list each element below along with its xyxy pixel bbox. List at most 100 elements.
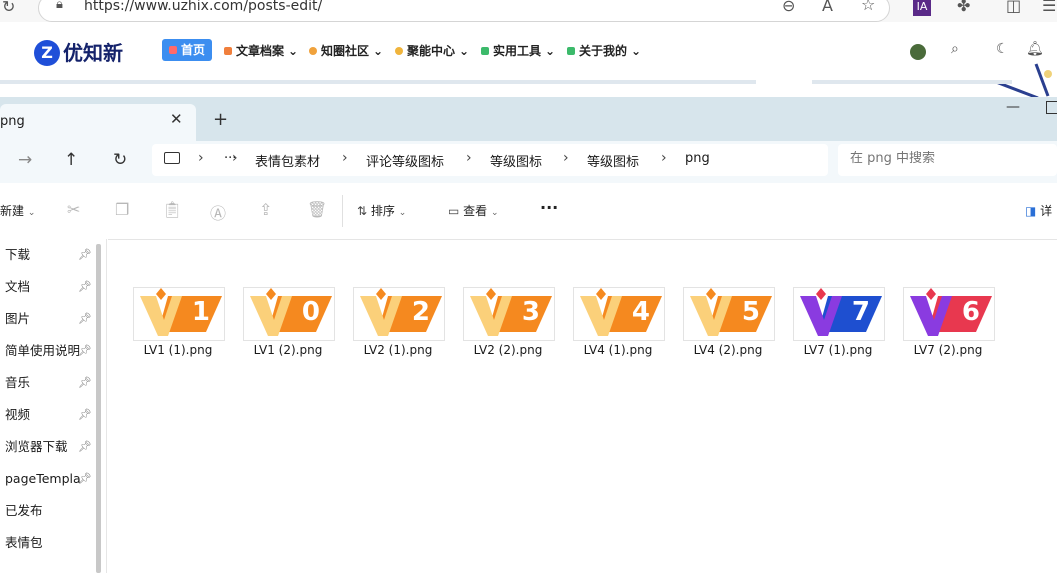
lock-icon[interactable]: 🔒︎ bbox=[56, 0, 63, 12]
paste-icon[interactable]: 📋︎ bbox=[162, 200, 182, 219]
sidebar-item-emoji[interactable]: 表情包 bbox=[0, 531, 92, 555]
delete-icon[interactable]: 🗑︎ bbox=[307, 200, 327, 219]
sort-button[interactable]: ⇅ 排序 ⌄ bbox=[357, 202, 406, 219]
split-screen-icon[interactable]: ◫ bbox=[1006, 0, 1021, 15]
minimize-icon[interactable]: — bbox=[1006, 99, 1020, 115]
page-strip bbox=[812, 80, 1012, 84]
level-badge-icon bbox=[140, 288, 222, 336]
new-tab-icon[interactable]: + bbox=[213, 109, 228, 130]
dark-mode-moon-icon[interactable]: ☾ bbox=[996, 41, 1009, 57]
badge-crown bbox=[596, 288, 606, 300]
url-text[interactable]: https://www.uzhix.com/posts-edit/ bbox=[84, 0, 322, 14]
pin-icon[interactable]: 📌︎ bbox=[78, 472, 92, 485]
badge-crown bbox=[266, 288, 276, 300]
logo-icon[interactable]: Z bbox=[34, 40, 60, 66]
maximize-icon[interactable] bbox=[1046, 101, 1057, 114]
level-badge-icon bbox=[690, 288, 772, 336]
nav-home[interactable]: 首页 bbox=[162, 39, 212, 61]
sidebar-item-pagetemplate[interactable]: pageTemplate bbox=[0, 467, 80, 491]
file-thumbnail: 3 bbox=[463, 287, 555, 341]
user-avatar[interactable] bbox=[910, 44, 926, 60]
site-logo[interactable]: 优知新 bbox=[63, 37, 123, 66]
pane-divider[interactable] bbox=[106, 239, 107, 573]
badge-number: 0 bbox=[301, 297, 320, 327]
badge-number: 3 bbox=[521, 297, 540, 327]
cut-icon[interactable]: ✂ bbox=[67, 200, 80, 219]
badge-number: 4 bbox=[631, 297, 650, 327]
article-icon bbox=[224, 47, 232, 55]
search-input[interactable] bbox=[850, 151, 1040, 166]
file-thumbnail: 0 bbox=[243, 287, 335, 341]
notification-bell-icon[interactable]: 🔔︎ bbox=[1026, 41, 1044, 57]
file-item[interactable]: 6 LV7 (2).png bbox=[883, 287, 995, 367]
up-arrow-icon[interactable]: ↑ bbox=[64, 150, 78, 170]
close-tab-icon[interactable]: ✕ bbox=[170, 110, 183, 128]
view-button[interactable]: ▭ 查看 ⌄ bbox=[448, 202, 499, 219]
pin-icon[interactable]: 📌︎ bbox=[78, 248, 92, 261]
nav-community[interactable]: 知圈社区 ⌄ bbox=[309, 40, 383, 62]
pin-icon[interactable]: 📌︎ bbox=[78, 376, 92, 389]
refresh-icon[interactable]: ↻ bbox=[2, 0, 15, 16]
badge-number: 2 bbox=[411, 297, 430, 327]
sidebar-scrollbar[interactable] bbox=[96, 244, 101, 573]
chevron-right-icon: › bbox=[466, 150, 472, 166]
search-icon[interactable]: ⌕ bbox=[951, 41, 959, 57]
badge-crown bbox=[486, 288, 496, 300]
file-name[interactable]: LV7 (2).png bbox=[883, 343, 1013, 357]
nav-articles[interactable]: 文章档案 ⌄ bbox=[224, 40, 298, 62]
file-item[interactable]: 7 LV7 (1).png bbox=[773, 287, 885, 367]
rename-icon[interactable]: Ⓐ bbox=[210, 200, 226, 224]
chevron-right-icon: › bbox=[198, 150, 204, 166]
pin-icon[interactable]: 📌︎ bbox=[78, 312, 92, 325]
level-badge-icon bbox=[800, 288, 882, 336]
extensions-puzzle-icon[interactable]: ✤ bbox=[957, 0, 970, 15]
breadcrumb-item[interactable]: 表情包素材 bbox=[255, 151, 320, 170]
forward-arrow-icon[interactable]: → bbox=[18, 150, 32, 170]
file-item[interactable]: 2 LV2 (1).png bbox=[333, 287, 445, 367]
zoom-out-icon[interactable]: ⊖ bbox=[782, 0, 795, 15]
pin-icon[interactable]: 📌︎ bbox=[78, 344, 92, 357]
copy-icon[interactable]: ❐ bbox=[115, 200, 129, 219]
chevron-down-icon: ⌄ bbox=[27, 208, 36, 218]
level-badge-icon bbox=[580, 288, 662, 336]
chevron-right-icon: › bbox=[342, 150, 348, 166]
details-button[interactable]: ◨ 详 bbox=[1025, 202, 1052, 219]
tab-title[interactable]: png bbox=[0, 114, 25, 129]
file-thumbnail: 5 bbox=[683, 287, 775, 341]
file-thumbnail: 4 bbox=[573, 287, 665, 341]
read-aloud-icon[interactable]: A bbox=[822, 0, 833, 15]
chevron-right-icon: › bbox=[661, 150, 667, 166]
extension-ia-icon[interactable]: IA bbox=[913, 0, 931, 16]
file-item[interactable]: 1 LV1 (1).png bbox=[113, 287, 225, 367]
favorite-star-icon[interactable]: ☆ bbox=[861, 0, 875, 14]
about-icon bbox=[567, 47, 575, 55]
file-item[interactable]: 4 LV4 (1).png bbox=[553, 287, 665, 367]
chevron-down-icon: ⌄ bbox=[373, 44, 384, 58]
breadcrumb-item[interactable]: png bbox=[685, 151, 710, 166]
pin-icon[interactable]: 📌︎ bbox=[78, 440, 92, 453]
file-item[interactable]: 0 LV1 (2).png bbox=[223, 287, 335, 367]
share-icon[interactable]: ⇪ bbox=[259, 200, 272, 219]
chevron-down-icon: ⌄ bbox=[491, 208, 499, 218]
refresh-icon[interactable]: ↻ bbox=[113, 150, 127, 170]
nav-about[interactable]: 关于我的 ⌄ bbox=[567, 40, 641, 62]
breadcrumb-item[interactable]: 评论等级图标 bbox=[366, 151, 444, 170]
level-badge-icon bbox=[910, 288, 992, 336]
more-options-button[interactable]: ··· bbox=[540, 198, 558, 217]
chevron-right-icon: › bbox=[563, 150, 569, 166]
breadcrumb-item[interactable]: 等级图标 bbox=[587, 151, 639, 170]
favorites-icon[interactable]: ☰ bbox=[1042, 0, 1056, 15]
sidebar-item-published[interactable]: 已发布 bbox=[0, 499, 92, 523]
nav-tools[interactable]: 实用工具 ⌄ bbox=[481, 40, 555, 62]
new-button[interactable]: 新建 ⌄ bbox=[0, 202, 35, 219]
level-badge-icon bbox=[250, 288, 332, 336]
badge-number: 7 bbox=[851, 297, 870, 327]
breadcrumb-item[interactable]: 等级图标 bbox=[490, 151, 542, 170]
monitor-icon bbox=[164, 152, 180, 164]
file-item[interactable]: 5 LV4 (2).png bbox=[663, 287, 775, 367]
explorer-tab[interactable] bbox=[0, 104, 196, 141]
pin-icon[interactable]: 📌︎ bbox=[78, 408, 92, 421]
file-item[interactable]: 3 LV2 (2).png bbox=[443, 287, 555, 367]
nav-hub[interactable]: 聚能中心 ⌄ bbox=[395, 40, 469, 62]
pin-icon[interactable]: 📌︎ bbox=[78, 280, 92, 293]
